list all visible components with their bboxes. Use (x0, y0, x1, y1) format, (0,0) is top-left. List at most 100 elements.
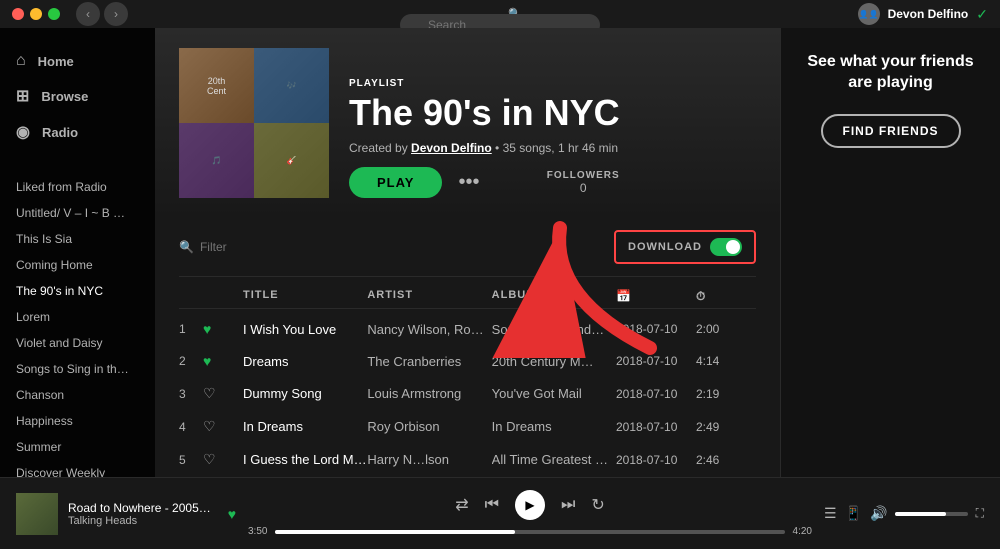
shuffle-button[interactable]: ⇄ (455, 495, 468, 515)
sidebar-item-discover-weekly[interactable]: Discover Weekly (8, 460, 147, 477)
sidebar-item-summer[interactable]: Summer (8, 434, 147, 460)
next-button[interactable]: ⏭ (561, 496, 575, 514)
playlist-meta: Created by Devon Delfino • 35 songs, 1 h… (349, 141, 620, 155)
player-heart-icon[interactable]: ♥ (228, 506, 236, 522)
sidebar-item-untitled[interactable]: Untitled/ V – I ~ B … (8, 200, 147, 226)
followers-section: FOLLOWERS 0 (547, 170, 620, 195)
content-wrapper: ⌂ Home ⊞ Browse ◉ Radio Liked from Radio… (0, 28, 1000, 477)
sidebar-item-violet-daisy[interactable]: Violet and Daisy (8, 330, 147, 356)
content-area: 20thCent 🎶 🎵 🎸 PLAYLIST The 90's in NYC … (155, 28, 780, 477)
track-title: Dreams (243, 354, 367, 369)
track-row[interactable]: 2 ♥ Dreams The Cranberries 20th Century … (179, 345, 756, 377)
sidebar-item-chanson[interactable]: Chanson (8, 382, 147, 408)
track-number: 4 (179, 420, 203, 434)
track-date: 2018-07-10 (616, 420, 696, 434)
cover-cell-2: 🎶 (254, 48, 329, 123)
volume-bar[interactable] (895, 512, 967, 516)
now-playing-thumbnail (16, 493, 58, 535)
playlist-title: The 90's in NYC (349, 93, 620, 133)
devices-button[interactable]: 📱 (845, 505, 862, 522)
track-album: All Time Greatest … (492, 452, 616, 467)
sidebar-item-radio[interactable]: ◉ Radio (8, 114, 147, 150)
download-label: Download (628, 241, 702, 253)
track-artist: Nancy Wilson, Ro… (367, 322, 491, 337)
track-artist: Louis Armstrong (367, 386, 491, 401)
forward-button[interactable]: › (104, 2, 128, 26)
sidebar-nav: ⌂ Home ⊞ Browse ◉ Radio (0, 28, 155, 158)
friends-title: See what your friends are playing (797, 52, 984, 94)
sidebar-item-songs-to-sing[interactable]: Songs to Sing in th… (8, 356, 147, 382)
track-artist: Harry N…lson (367, 452, 491, 467)
control-buttons: ⇄ ⏮ ▶ ⏭ ↻ (455, 490, 605, 520)
track-heart-icon[interactable]: ♥ (203, 321, 243, 337)
followers-count: 0 (547, 181, 620, 195)
fullscreen-button[interactable]: ⛶ (976, 506, 984, 521)
track-title: I Guess the Lord Must Be in New York Cit… (243, 452, 367, 467)
now-playing-artist: Talking Heads (68, 515, 214, 527)
sidebar: ⌂ Home ⊞ Browse ◉ Radio Liked from Radio… (0, 28, 155, 477)
sidebar-item-this-is-sia[interactable]: This Is Sia (8, 226, 147, 252)
track-row[interactable]: 4 ♡ In Dreams Roy Orbison In Dreams 2018… (179, 410, 756, 443)
track-row[interactable]: 6 ♡ Remember (Christmas) Harry Nilsson S… (179, 476, 756, 477)
track-album: 20th Century M… (492, 354, 616, 369)
track-heart-icon[interactable]: ♡ (203, 385, 243, 402)
track-heart-icon[interactable]: ♥ (203, 353, 243, 369)
col-date: 📅 (616, 289, 696, 304)
track-heart-icon[interactable]: ♡ (203, 418, 243, 435)
filter-section: 🔍 (179, 240, 355, 254)
sidebar-item-coming-home[interactable]: Coming Home (8, 252, 147, 278)
play-pause-button[interactable]: ▶ (515, 490, 545, 520)
find-friends-button[interactable]: FIND FRIENDS (821, 114, 961, 148)
sidebar-item-home[interactable]: ⌂ Home (8, 44, 147, 78)
sidebar-item-the-90s-nyc[interactable]: The 90's in NYC (8, 278, 147, 304)
sidebar-item-browse-label: Browse (41, 89, 88, 104)
progress-bar[interactable] (275, 530, 784, 534)
prev-button[interactable]: ⏮ (485, 496, 499, 514)
radio-icon: ◉ (16, 122, 30, 142)
time-total: 4:20 (793, 526, 812, 537)
play-button[interactable]: PLAY (349, 167, 442, 198)
track-row[interactable]: 1 ♥ I Wish You Love Nancy Wilson, Ro… So… (179, 313, 756, 345)
queue-button[interactable]: ☰ (824, 505, 837, 522)
sidebar-playlists: Liked from Radio Untitled/ V – I ~ B … T… (0, 174, 155, 477)
track-row[interactable]: 3 ♡ Dummy Song Louis Armstrong You've Go… (179, 377, 756, 410)
sidebar-item-liked-from-radio[interactable]: Liked from Radio (8, 174, 147, 200)
track-heart-icon[interactable]: ♡ (203, 451, 243, 468)
playlist-song-meta: 35 songs, 1 hr 46 min (503, 141, 618, 155)
cover-cell-3: 🎵 (179, 123, 254, 198)
repeat-button[interactable]: ↻ (591, 495, 604, 515)
player-controls: ⇄ ⏮ ▶ ⏭ ↻ 3:50 4:20 (248, 490, 812, 537)
sidebar-item-browse[interactable]: ⊞ Browse (8, 78, 147, 114)
col-artist: ARTIST (367, 289, 491, 304)
track-artist: The Cranberries (367, 354, 491, 369)
track-duration: 2:49 (696, 420, 756, 434)
filter-icon: 🔍 (179, 240, 194, 254)
nav-buttons: ‹ › (76, 2, 128, 26)
close-button[interactable] (12, 8, 24, 20)
right-panel: See what your friends are playing FIND F… (780, 28, 1000, 477)
progress-fill (275, 530, 514, 534)
more-button[interactable]: ••• (458, 171, 479, 194)
back-button[interactable]: ‹ (76, 2, 100, 26)
track-title: In Dreams (243, 419, 367, 434)
minimize-button[interactable] (30, 8, 42, 20)
track-duration: 4:14 (696, 354, 756, 368)
track-artist: Roy Orbison (367, 419, 491, 434)
now-playing-title: Road to Nowhere - 2005 Rem… (68, 501, 214, 515)
sidebar-item-lorem[interactable]: Lorem (8, 304, 147, 330)
toggle-knob (726, 240, 740, 254)
col-title: TITLE (243, 289, 367, 304)
download-toggle-switch[interactable] (710, 238, 742, 256)
track-row[interactable]: 5 ♡ I Guess the Lord Must Be in New York… (179, 443, 756, 476)
track-date: 2018-07-10 (616, 354, 696, 368)
maximize-button[interactable] (48, 8, 60, 20)
playlist-header: 20thCent 🎶 🎵 🎸 PLAYLIST The 90's in NYC … (155, 28, 780, 218)
volume-section: ☰ 📱 🔊 ⛶ (824, 505, 984, 522)
now-playing: Road to Nowhere - 2005 Rem… Talking Head… (16, 493, 236, 535)
filter-input[interactable] (200, 240, 355, 254)
playlist-creator[interactable]: Devon Delfino (411, 141, 492, 155)
track-title: I Wish You Love (243, 322, 367, 337)
download-toggle[interactable]: Download (614, 230, 756, 264)
home-icon: ⌂ (16, 52, 26, 70)
sidebar-item-happiness[interactable]: Happiness (8, 408, 147, 434)
